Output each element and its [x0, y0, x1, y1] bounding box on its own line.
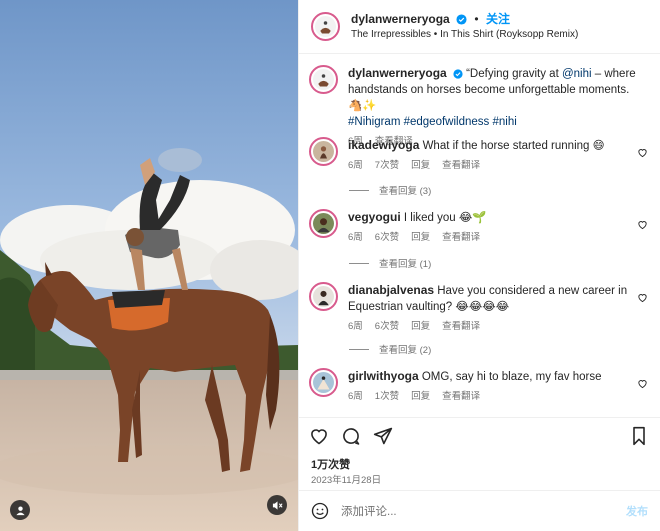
- translate-link[interactable]: 查看翻译: [442, 319, 480, 335]
- caption-text-line2: handstands on horses become unforgettabl…: [348, 84, 630, 112]
- view-replies-label: 查看回复 (2): [379, 345, 432, 356]
- translate-link[interactable]: 查看翻译: [442, 158, 480, 174]
- comment-username[interactable]: ikadewiyoga: [348, 138, 419, 152]
- heart-icon[interactable]: [637, 147, 648, 158]
- comment-icon[interactable]: [341, 426, 361, 446]
- comment-text: OMG, say hi to blaze, my fav horse: [418, 371, 602, 383]
- translate-link[interactable]: 查看翻译: [442, 389, 480, 405]
- post-header: dylanwerneryoga • 关注 The Irrepressibles …: [299, 0, 660, 54]
- comment-username[interactable]: vegyogui: [348, 210, 401, 224]
- reply-button[interactable]: 回复: [411, 230, 430, 246]
- heart-icon[interactable]: [637, 219, 648, 230]
- add-comment-bar: 添加评论... 发布: [299, 490, 660, 531]
- comment-item: vegyogui I liked you 😂🌱 6周 6次赞 回复 查看翻译: [309, 209, 650, 246]
- comment-username[interactable]: dianabjalvenas: [348, 283, 434, 297]
- comment-text: I liked you 😂🌱: [400, 212, 487, 224]
- mute-button[interactable]: [267, 495, 287, 515]
- verified-badge-icon: [456, 13, 467, 25]
- post-actions: 1万次赞 2023年11月28日: [299, 417, 660, 489]
- verified-badge-icon: [453, 69, 463, 79]
- comment-time[interactable]: 6周: [348, 389, 363, 405]
- commenter-avatar[interactable]: [309, 209, 338, 238]
- comment-item: girlwithyoga OMG, say hi to blaze, my fa…: [309, 368, 650, 405]
- follow-button[interactable]: 关注: [486, 12, 510, 26]
- heart-icon[interactable]: [309, 426, 329, 446]
- post-modal: dylanwerneryoga • 关注 The Irrepressibles …: [0, 0, 660, 531]
- header-separator: •: [474, 11, 479, 26]
- reply-button[interactable]: 回复: [411, 158, 430, 174]
- commenter-avatar[interactable]: [309, 137, 338, 166]
- comment-likes[interactable]: 1次赞: [375, 389, 399, 405]
- tagged-users-button[interactable]: [10, 500, 30, 520]
- view-replies-label: 查看回复 (3): [379, 186, 432, 197]
- view-replies-button[interactable]: 查看回复 (3): [349, 183, 431, 197]
- comment-text: What if the horse started running 😄: [419, 140, 605, 152]
- commenter-avatar[interactable]: [309, 282, 338, 311]
- comment-text-line2: Equestrian vaulting? 😂😂😂😂: [348, 301, 510, 313]
- comment-likes[interactable]: 6次赞: [375, 230, 399, 246]
- share-icon[interactable]: [373, 426, 393, 446]
- author-avatar[interactable]: [311, 12, 340, 41]
- video-frame-image: [0, 0, 298, 531]
- likes-count[interactable]: 1万次赞: [311, 456, 350, 472]
- comment-username[interactable]: girlwithyoga: [348, 369, 419, 383]
- comment-text: Have you considered a new career in: [434, 285, 628, 297]
- comment-item: dianabjalvenas Have you considered a new…: [309, 282, 650, 335]
- heart-icon[interactable]: [637, 378, 648, 389]
- caption-username[interactable]: dylanwerneryoga: [348, 66, 447, 80]
- commenter-avatar[interactable]: [309, 368, 338, 397]
- post-sidebar: dylanwerneryoga • 关注 The Irrepressibles …: [298, 0, 660, 531]
- heart-icon[interactable]: [637, 292, 648, 303]
- caption-avatar[interactable]: [309, 65, 338, 94]
- comments-list[interactable]: dylanwerneryoga “Defying gravity at @nih…: [299, 55, 660, 415]
- view-replies-button[interactable]: 查看回复 (1): [349, 256, 431, 270]
- caption-text-cont: – where: [591, 68, 636, 80]
- audio-track-link[interactable]: The Irrepressibles • In This Shirt (Royk…: [351, 27, 578, 42]
- post-date: 2023年11月28日: [311, 475, 382, 486]
- user-tag-icon: [15, 505, 26, 516]
- reply-button[interactable]: 回复: [411, 389, 430, 405]
- comment-time[interactable]: 6周: [348, 319, 363, 335]
- reply-button[interactable]: 回复: [411, 319, 430, 335]
- mention-link[interactable]: @nihi: [562, 68, 592, 80]
- comment-likes[interactable]: 6次赞: [375, 319, 399, 335]
- comment-item: ikadewiyoga What if the horse started ru…: [309, 137, 650, 174]
- author-username[interactable]: dylanwerneryoga: [351, 12, 450, 26]
- mute-icon: [272, 500, 283, 511]
- post-video[interactable]: [0, 0, 298, 531]
- bookmark-icon[interactable]: [630, 426, 648, 446]
- caption-text: “Defying gravity at: [462, 68, 562, 80]
- comment-likes[interactable]: 7次赞: [375, 158, 399, 174]
- post-comment-button[interactable]: 发布: [626, 503, 648, 519]
- hashtags[interactable]: #Nihigram #edgeofwildness #nihi: [348, 114, 638, 130]
- emoji-icon[interactable]: [311, 502, 329, 520]
- comment-input[interactable]: 添加评论...: [341, 503, 626, 519]
- comment-time[interactable]: 6周: [348, 158, 363, 174]
- view-replies-button[interactable]: 查看回复 (2): [349, 342, 431, 356]
- translate-link[interactable]: 查看翻译: [442, 230, 480, 246]
- view-replies-label: 查看回复 (1): [379, 259, 432, 270]
- comment-time[interactable]: 6周: [348, 230, 363, 246]
